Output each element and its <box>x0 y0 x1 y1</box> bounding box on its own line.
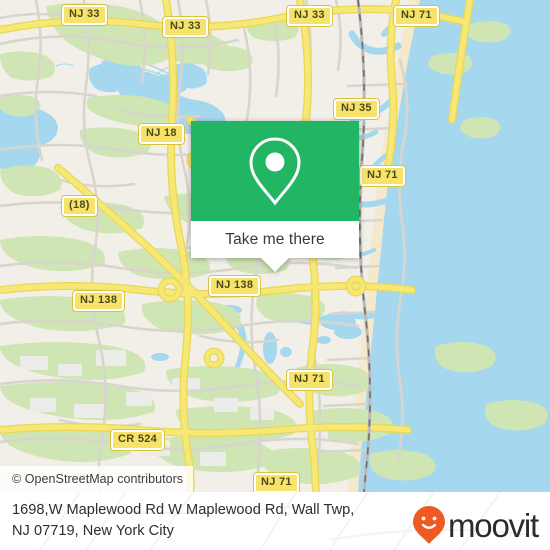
take-me-there-label: Take me there <box>225 230 325 248</box>
moovit-pin-smiley-icon <box>413 506 445 544</box>
road-shield: NJ 33 <box>287 6 332 26</box>
moovit-wordmark: moovit <box>448 506 539 544</box>
map-pin-icon <box>249 137 301 206</box>
footer-address: 1698,W Maplewood Rd W Maplewood Rd, Wall… <box>12 500 412 542</box>
footer-bar: 1698,W Maplewood Rd W Maplewood Rd, Wall… <box>0 492 550 550</box>
road-shield: NJ 18 <box>139 124 184 144</box>
road-shield: NJ 138 <box>73 291 125 311</box>
location-popup[interactable]: Take me there <box>191 121 359 272</box>
road-shield: NJ 71 <box>394 6 439 26</box>
moovit-logo[interactable]: moovit <box>412 505 539 545</box>
attribution-text: © OpenStreetMap contributors <box>12 472 184 486</box>
popup-pointer-tail <box>261 258 289 272</box>
road-shield: NJ 138 <box>209 276 261 296</box>
road-shield: NJ 71 <box>254 473 299 492</box>
moovit-map-screenshot: NJ 33 NJ 33 NJ 33 NJ 71 NJ 35 NJ 18 NJ 71 (18) N… <box>0 0 550 550</box>
address-line-2: NJ 07719, New York City <box>12 523 174 539</box>
popup-action-bar[interactable]: Take me there <box>191 221 359 258</box>
road-shield: NJ 33 <box>163 17 208 37</box>
road-shield: CR 524 <box>111 430 165 450</box>
popup-header <box>191 121 359 221</box>
road-shield: (18) <box>62 196 97 216</box>
road-shield: NJ 71 <box>287 370 332 390</box>
map-attribution[interactable]: © OpenStreetMap contributors <box>0 466 194 492</box>
road-shield: NJ 35 <box>334 99 379 119</box>
address-line-1: 1698,W Maplewood Rd W Maplewood Rd, Wall… <box>12 502 355 518</box>
road-shield: NJ 33 <box>62 5 107 25</box>
road-shield: NJ 71 <box>360 166 405 186</box>
